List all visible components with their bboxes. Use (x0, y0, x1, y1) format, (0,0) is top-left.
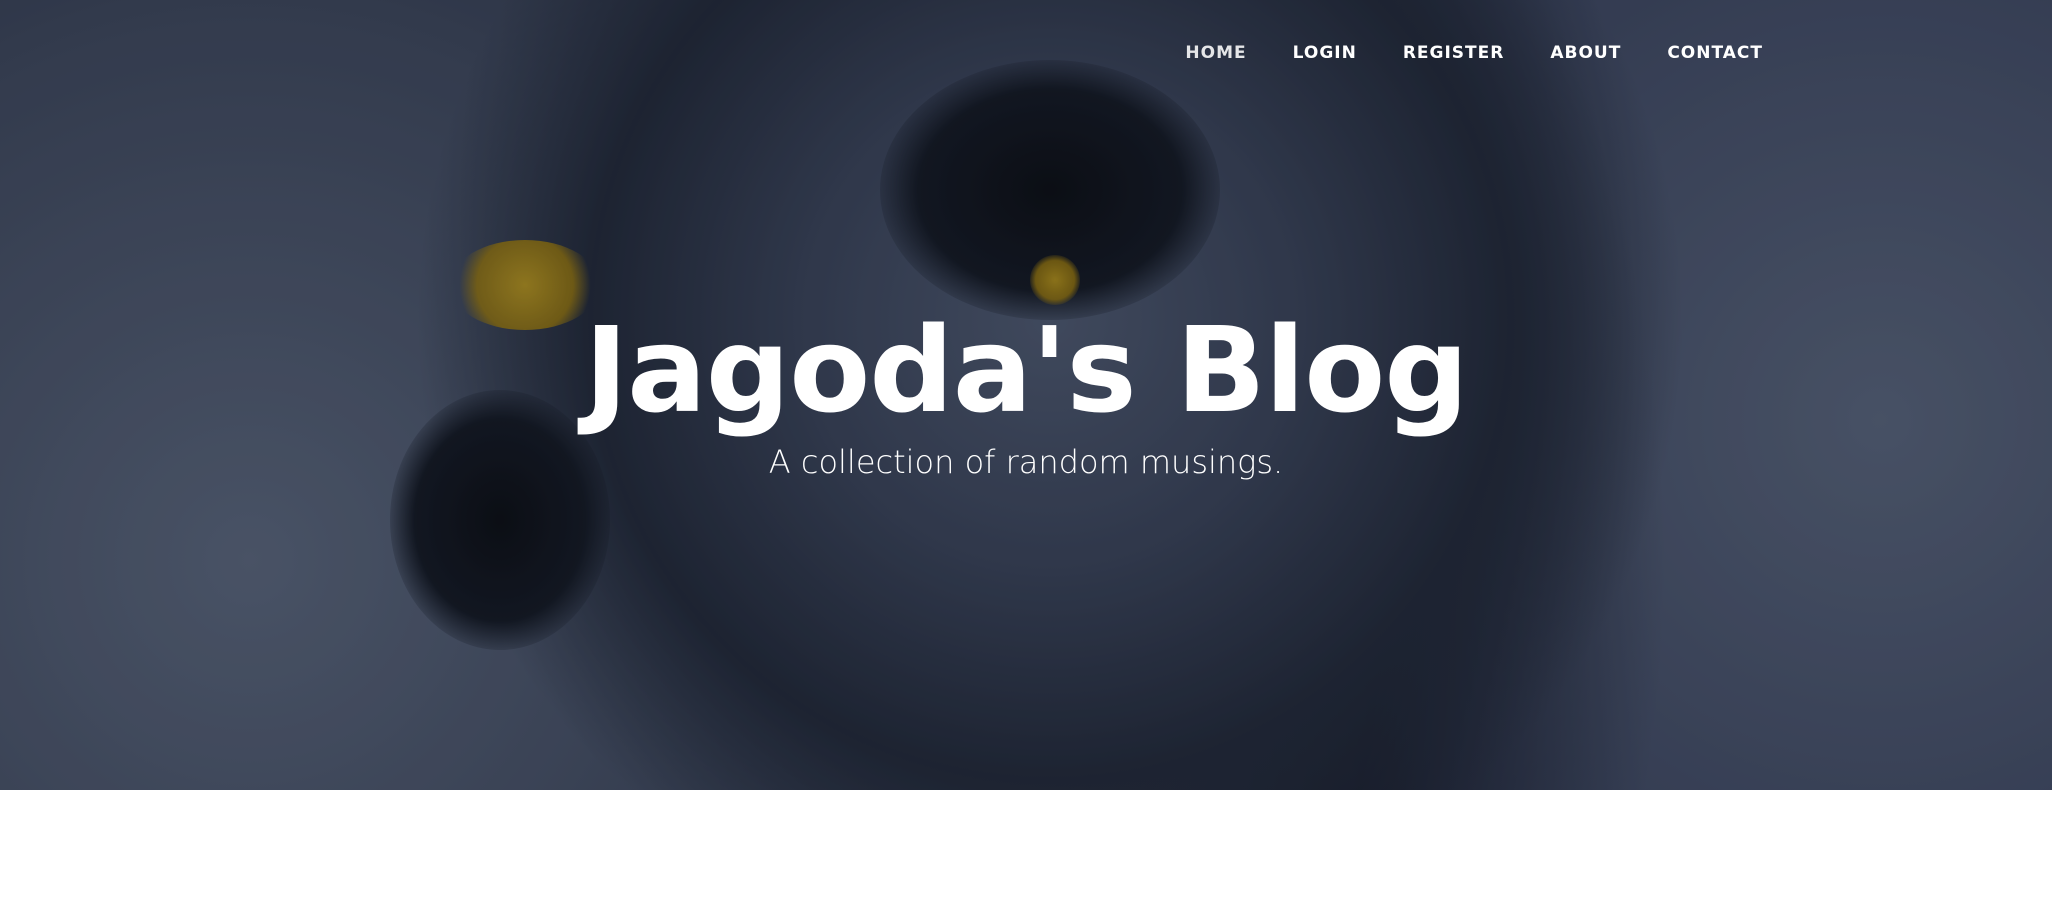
main-nav: HOME LOGIN REGISTER ABOUT CONTACT (1162, 40, 1786, 66)
nav-link-home[interactable]: HOME (1162, 40, 1269, 66)
hero-header: HOME LOGIN REGISTER ABOUT CONTACT Jagoda… (0, 0, 2052, 790)
nav-link-login[interactable]: LOGIN (1270, 40, 1380, 66)
nav-link-register[interactable]: REGISTER (1380, 40, 1528, 66)
site-title: Jagoda's Blog (584, 301, 1469, 439)
site-heading: Jagoda's Blog A collection of random mus… (0, 300, 2052, 482)
site-subtitle: A collection of random musings. (768, 443, 1284, 481)
nav-link-about[interactable]: ABOUT (1527, 40, 1644, 66)
nav-link-contact[interactable]: CONTACT (1644, 40, 1786, 66)
